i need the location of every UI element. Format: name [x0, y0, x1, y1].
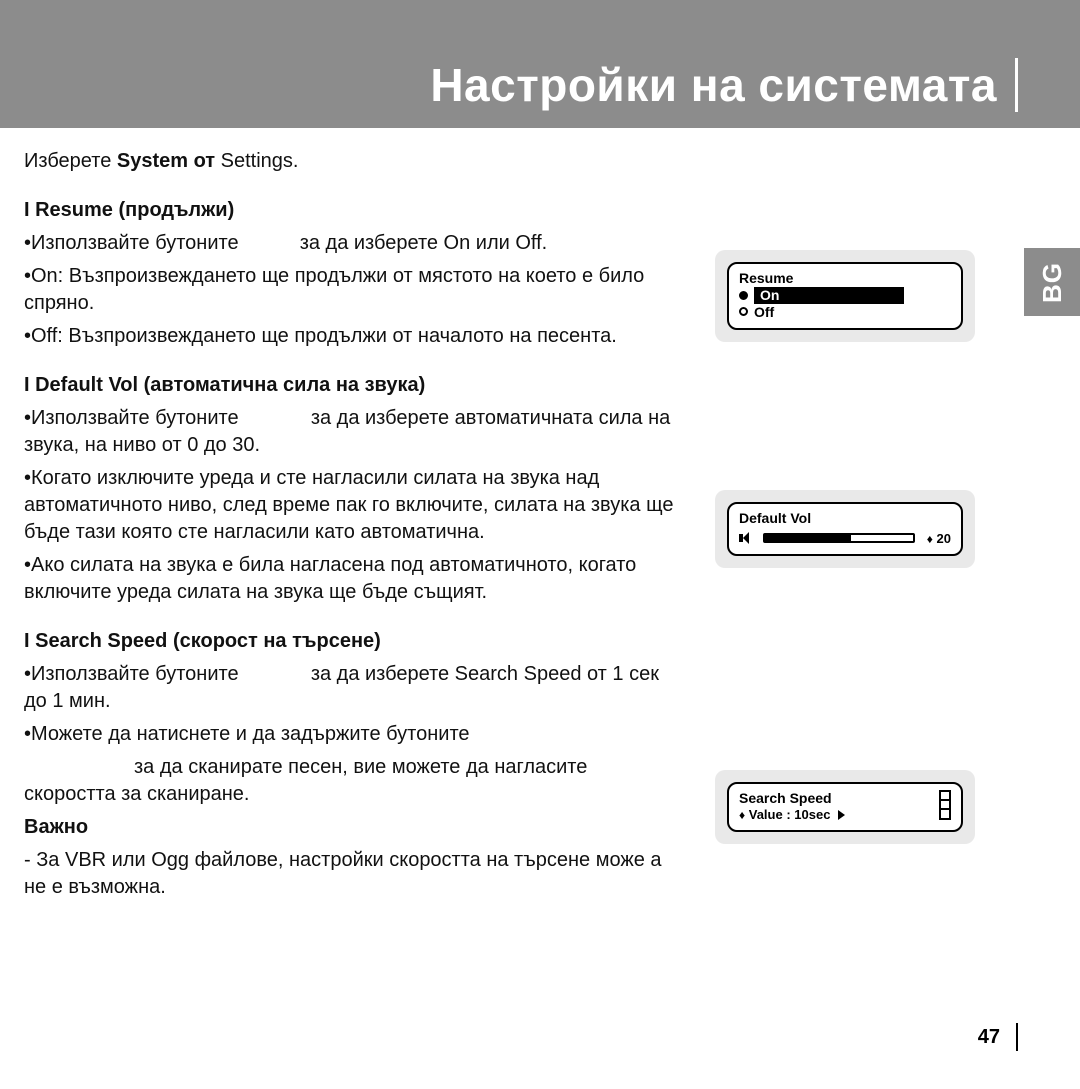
manual-page: { "title": "Настройки на системата", "si…: [0, 0, 1080, 1089]
lcd-ss-value-row: ♦ Value : 10sec: [739, 807, 933, 823]
lcd-defaultvol-panel: Default Vol ♦ 20: [715, 490, 975, 568]
updown-arrow-icon: ♦: [739, 808, 745, 822]
lcd-ss-title: Search Speed: [739, 790, 933, 807]
lcd-option-on: On: [739, 287, 951, 304]
speaker-icon: [739, 532, 751, 544]
searchspeed-line-2a: •Можете да натиснете и да задържите буто…: [24, 721, 684, 748]
lcd-resume-panel: Resume On Off: [715, 250, 975, 342]
resume-heading: I Resume (продължи): [24, 197, 684, 224]
lcd-resume-title: Resume: [739, 270, 793, 287]
intro-line: Изберете System от Settings.: [24, 148, 684, 175]
lcd-defaultvol-title: Default Vol: [739, 510, 811, 527]
text: за да изберете On или Off.: [300, 232, 548, 254]
lcd-ss-row: Search Speed ♦ Value : 10sec: [739, 790, 951, 822]
intro-suffix: Settings.: [215, 150, 298, 172]
lcd-defaultvol: Default Vol ♦ 20: [727, 502, 963, 556]
text: •Използвайте бутоните: [24, 407, 239, 429]
intro-prefix: Изберете: [24, 150, 117, 172]
radio-selected-icon: [739, 291, 748, 300]
text: •Използвайте бутоните: [24, 663, 239, 685]
lcd-resume: Resume On Off: [727, 262, 963, 330]
note-heading: Важно: [24, 814, 684, 841]
text: •Използвайте бутоните: [24, 232, 239, 254]
resume-line-1: •Използвайте бутоните за да изберете On …: [24, 230, 684, 257]
lcd-on-label: On: [754, 287, 904, 304]
lcd-searchspeed: Search Speed ♦ Value : 10sec: [727, 782, 963, 832]
language-tab: BG: [1024, 248, 1080, 316]
lcd-vol-number: 20: [937, 531, 951, 546]
lcd-ss-value: Value : 10sec: [749, 807, 831, 822]
intro-strong: System от: [117, 150, 215, 172]
updown-arrow-icon: ♦: [927, 532, 933, 546]
play-right-icon: [838, 810, 845, 820]
volume-bar: [763, 533, 915, 543]
page-title: Настройки на системата: [0, 58, 1018, 112]
radio-unselected-icon: [739, 307, 748, 316]
defaultvol-heading: I Default Vol (автоматична сила на звука…: [24, 372, 684, 399]
defaultvol-line-2: •Когато изключите уреда и сте нагласили …: [24, 465, 684, 546]
volume-fill: [765, 535, 851, 541]
body-text: Изберете System от Settings. I Resume (п…: [24, 148, 684, 907]
lcd-off-label: Off: [754, 304, 774, 321]
defaultvol-line-1: •Използвайте бутоните за да изберете авт…: [24, 405, 684, 459]
lcd-ss-scale: [939, 790, 951, 820]
note-body: - За VBR или Ogg файлове, настройки скор…: [24, 847, 684, 901]
searchspeed-heading: I Search Speed (скорост на търсене): [24, 628, 684, 655]
lcd-option-off: Off: [739, 304, 951, 321]
page-number: 47: [0, 1023, 1018, 1051]
lcd-title-row: Resume: [739, 270, 951, 287]
resume-line-3: •Off: Възпроизвеждането ще продължи от н…: [24, 323, 684, 350]
scale-slider-icon: [939, 790, 951, 820]
lcd-searchspeed-panel: Search Speed ♦ Value : 10sec: [715, 770, 975, 844]
resume-line-2: •On: Възпроизвеждането ще продължи от мя…: [24, 263, 684, 317]
language-tab-label: BG: [1037, 262, 1068, 303]
defaultvol-line-3: •Ако силата на звука е била нагласена по…: [24, 552, 684, 606]
lcd-ss-textcol: Search Speed ♦ Value : 10sec: [739, 790, 933, 822]
searchspeed-line-2b: за да сканирате песен, вие можете да наг…: [24, 754, 684, 808]
searchspeed-line-1: •Използвайте бутоните за да изберете Sea…: [24, 661, 684, 715]
lcd-title-row: Default Vol: [739, 510, 951, 527]
lcd-vol-row: ♦ 20: [739, 531, 951, 546]
lcd-vol-value: ♦ 20: [927, 531, 951, 546]
